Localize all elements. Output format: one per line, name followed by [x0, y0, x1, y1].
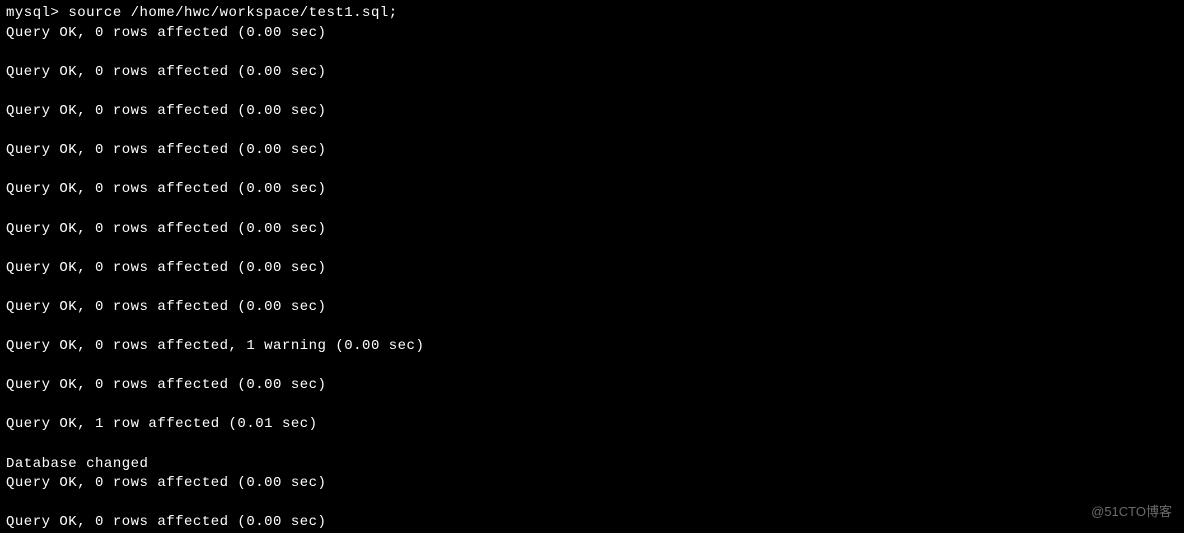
blank-line — [6, 239, 1178, 259]
blank-line — [6, 122, 1178, 142]
blank-line — [6, 318, 1178, 338]
blank-line — [6, 396, 1178, 416]
output-lines-container: Query OK, 0 rows affected (0.00 sec) Quer… — [6, 24, 1178, 533]
output-line: Query OK, 0 rows affected, 1 warning (0.… — [6, 337, 1178, 357]
blank-line — [6, 278, 1178, 298]
output-line: Query OK, 0 rows affected (0.00 sec) — [6, 102, 1178, 122]
blank-line — [6, 357, 1178, 377]
mysql-prompt-line: mysql> source /home/hwc/workspace/test1.… — [6, 4, 1178, 24]
output-line: Database changed — [6, 455, 1178, 475]
output-line: Query OK, 1 row affected (0.01 sec) — [6, 415, 1178, 435]
blank-line — [6, 43, 1178, 63]
output-line: Query OK, 0 rows affected (0.00 sec) — [6, 298, 1178, 318]
output-line: Query OK, 0 rows affected (0.00 sec) — [6, 376, 1178, 396]
blank-line — [6, 435, 1178, 455]
blank-line — [6, 161, 1178, 181]
blank-line — [6, 82, 1178, 102]
output-line: Query OK, 0 rows affected (0.00 sec) — [6, 24, 1178, 44]
output-line: Query OK, 0 rows affected (0.00 sec) — [6, 141, 1178, 161]
mysql-prompt-prefix: mysql> — [6, 5, 68, 21]
output-line: Query OK, 0 rows affected (0.00 sec) — [6, 220, 1178, 240]
output-line: Query OK, 0 rows affected (0.00 sec) — [6, 474, 1178, 494]
output-line: Query OK, 0 rows affected (0.00 sec) — [6, 180, 1178, 200]
output-line: Query OK, 0 rows affected (0.00 sec) — [6, 259, 1178, 279]
blank-line — [6, 200, 1178, 220]
output-line: Query OK, 0 rows affected (0.00 sec) — [6, 63, 1178, 83]
watermark-text: @51CTO博客 — [1091, 503, 1172, 521]
output-line: Query OK, 0 rows affected (0.00 sec) — [6, 513, 1178, 533]
mysql-command: source /home/hwc/workspace/test1.sql; — [68, 5, 397, 21]
blank-line — [6, 494, 1178, 514]
terminal-output: mysql> source /home/hwc/workspace/test1.… — [6, 4, 1178, 533]
